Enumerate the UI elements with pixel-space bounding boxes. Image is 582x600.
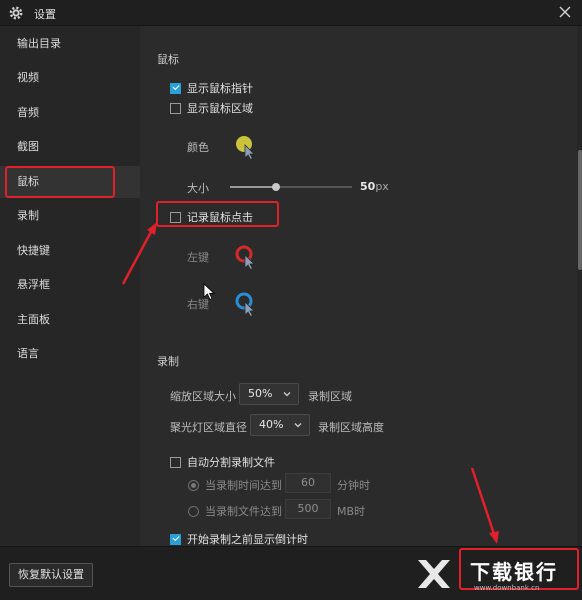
right-click-color-icon[interactable] — [234, 291, 258, 317]
sidebar-item-video[interactable]: 视频 — [0, 62, 140, 94]
restore-defaults-button[interactable]: 恢复默认设置 — [9, 563, 93, 587]
spotlight-select[interactable]: 40% — [250, 414, 310, 436]
sidebar-item-output-dir[interactable]: 输出目录 — [0, 28, 140, 60]
record-section-title: 录制 — [157, 355, 179, 368]
chevron-down-icon — [294, 423, 302, 428]
mouse-area-color-icon[interactable] — [234, 134, 258, 160]
color-label: 颜色 — [187, 141, 209, 154]
mouse-section-title: 鼠标 — [157, 53, 179, 66]
radio-icon — [188, 505, 199, 517]
close-icon[interactable] — [558, 5, 572, 19]
size-label: 大小 — [187, 182, 209, 195]
checkbox-icon — [170, 456, 181, 468]
split-size-input[interactable]: 500 — [285, 499, 331, 519]
watermark-url: www.downbank.cn — [474, 584, 540, 592]
watermark-text: 下载银行 — [470, 560, 558, 584]
sidebar-item-audio[interactable]: 音频 — [0, 97, 140, 129]
sidebar-item-language[interactable]: 语言 — [0, 338, 140, 370]
title-bar: 设置 — [0, 0, 582, 26]
radio-selected-icon — [188, 479, 199, 491]
sidebar-item-floating-box[interactable]: 悬浮框 — [0, 269, 140, 301]
watermark-logo-icon — [418, 560, 450, 588]
split-by-time-radio[interactable]: 当录制时间达到 — [188, 477, 282, 493]
highlight-box-record-click — [156, 201, 279, 227]
zoom-area-select[interactable]: 50% — [239, 383, 299, 405]
sidebar-item-hotkeys[interactable]: 快捷键 — [0, 235, 140, 267]
mouse-cursor-icon — [203, 283, 215, 301]
sidebar-item-screenshot[interactable]: 截图 — [0, 131, 140, 163]
split-time-input[interactable]: 60 — [285, 473, 331, 493]
checkbox-checked-icon — [170, 533, 181, 545]
scrollbar-thumb[interactable] — [578, 150, 582, 270]
auto-split-checkbox[interactable]: 自动分割录制文件 — [170, 454, 275, 470]
size-slider-handle[interactable] — [272, 183, 280, 191]
scrollbar-track[interactable] — [577, 26, 582, 546]
window-title: 设置 — [34, 8, 56, 21]
left-button-label: 左键 — [187, 251, 209, 264]
size-value: 50px — [360, 180, 389, 193]
countdown-checkbox[interactable]: 开始录制之前显示倒计时 — [170, 531, 308, 547]
sidebar-item-record[interactable]: 录制 — [0, 200, 140, 232]
spotlight-suffix: 录制区域高度 — [318, 421, 384, 434]
gear-icon — [9, 6, 23, 20]
chevron-down-icon — [283, 392, 291, 397]
zoom-area-suffix: 录制区域 — [308, 390, 352, 403]
show-pointer-checkbox[interactable]: 显示鼠标指针 — [170, 80, 253, 96]
split-size-unit: MB时 — [337, 505, 366, 518]
size-slider-fill — [230, 186, 276, 188]
highlight-box-mouse — [5, 166, 115, 198]
sidebar-item-main-panel[interactable]: 主面板 — [0, 304, 140, 336]
checkbox-icon — [170, 102, 181, 114]
checkbox-checked-icon — [170, 82, 181, 94]
split-time-unit: 分钟时 — [337, 479, 370, 492]
left-click-color-icon[interactable] — [234, 244, 258, 270]
split-by-size-radio[interactable]: 当录制文件达到 — [188, 503, 282, 519]
show-area-checkbox[interactable]: 显示鼠标区域 — [170, 100, 253, 116]
spotlight-label: 聚光灯区域直径 — [170, 421, 247, 434]
zoom-area-label: 缩放区域大小 — [170, 390, 236, 403]
